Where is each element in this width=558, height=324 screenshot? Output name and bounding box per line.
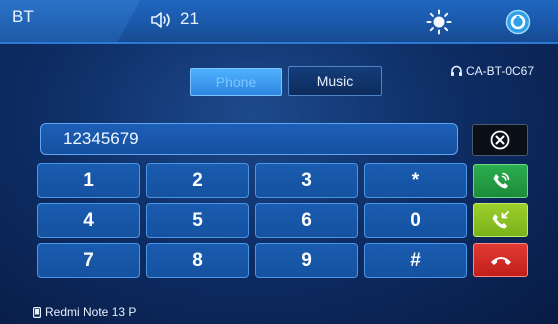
sun-icon[interactable] [426, 9, 452, 35]
end-call-button[interactable] [473, 243, 528, 277]
headset-icon [451, 65, 462, 76]
keypad-key-6[interactable]: 6 [255, 203, 358, 238]
tab-phone[interactable]: Phone [190, 68, 282, 96]
accept-call-button[interactable] [473, 203, 528, 237]
phone-hangup-icon [490, 257, 511, 265]
keypad-key-5[interactable]: 5 [146, 203, 249, 238]
clear-circle-x-icon [490, 130, 510, 150]
keypad-key-2[interactable]: 2 [146, 163, 249, 198]
keypad-key-1[interactable]: 1 [37, 163, 140, 198]
clear-button[interactable] [472, 124, 528, 156]
tab-music[interactable]: Music [288, 66, 382, 96]
keypad-key-9[interactable]: 9 [255, 243, 358, 278]
device-id-text: CA-BT-0C67 [466, 64, 535, 78]
keypad-key-4[interactable]: 4 [37, 203, 140, 238]
settings-icon[interactable] [505, 9, 531, 35]
keypad-key-star[interactable]: * [364, 163, 467, 198]
keypad-key-hash[interactable]: # [364, 243, 467, 278]
top-bar: BT 21 [0, 0, 558, 44]
keypad-key-7[interactable]: 7 [37, 243, 140, 278]
phone-incoming-icon [492, 211, 509, 229]
keypad-key-3[interactable]: 3 [255, 163, 358, 198]
call-button[interactable] [473, 164, 528, 198]
keypad-key-8[interactable]: 8 [146, 243, 249, 278]
dialed-number-display: 12345679 [40, 123, 458, 155]
mobile-phone-icon [33, 306, 41, 318]
volume-level: 21 [180, 9, 199, 28]
speaker-icon[interactable] [150, 10, 172, 30]
bluetooth-device-id: CA-BT-0C67 [450, 64, 534, 78]
phone-call-icon [493, 172, 509, 189]
keypad-key-0[interactable]: 0 [364, 203, 467, 238]
connected-device-name: Redmi Note 13 P [45, 305, 137, 319]
bt-label[interactable]: BT [12, 7, 34, 27]
bt-phone-screen: BT 21 Phone Music CA-BT-0C67 12345679 1 … [0, 0, 558, 324]
connected-device: Redmi Note 13 P [33, 305, 136, 319]
